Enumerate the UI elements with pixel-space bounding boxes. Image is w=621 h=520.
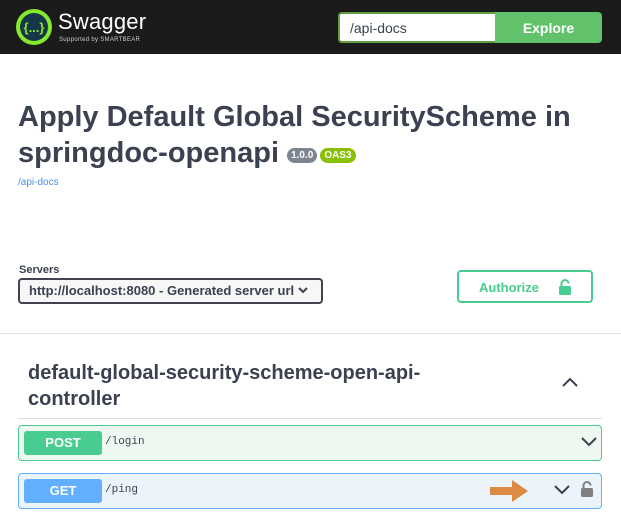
method-badge-post: POST (24, 431, 102, 455)
page-title: Apply Default Global SecurityScheme in s… (18, 99, 618, 171)
explore-button[interactable]: Explore (495, 12, 602, 43)
svg-text:{...}: {...} (24, 20, 45, 35)
authorize-button[interactable]: Authorize (457, 270, 593, 303)
arrow-right-icon (490, 480, 528, 502)
method-badge-get: GET (24, 479, 102, 503)
operation-post-login[interactable]: POST /login (18, 425, 602, 461)
selected-server: http://localhost:8080 - Generated server… (29, 283, 295, 298)
version-badge: 1.0.0 (287, 148, 318, 163)
swagger-logo-icon[interactable]: {...} (16, 9, 52, 45)
servers-label: Servers (19, 264, 60, 276)
authorize-label: Authorize (479, 280, 539, 295)
lock-icon (559, 279, 571, 295)
brand-subtitle: Supported by SMARTBEAR (59, 37, 141, 43)
topbar: {...} Swagger Supported by SMARTBEAR Exp… (0, 0, 621, 54)
divider (18, 418, 602, 419)
oas-badge: OAS3 (320, 148, 356, 163)
brand-name: Swagger (58, 9, 147, 34)
operation-path: /ping (105, 484, 139, 496)
spec-url-input[interactable] (338, 12, 495, 43)
chevron-up-icon[interactable] (561, 376, 579, 388)
chevron-down-icon (298, 287, 308, 294)
tag-title[interactable]: default-global-security-scheme-open-api-… (28, 360, 458, 412)
lock-icon[interactable] (580, 481, 594, 497)
api-docs-link[interactable]: /api-docs (18, 177, 59, 188)
chevron-down-icon[interactable] (553, 483, 571, 495)
chevron-down-icon[interactable] (580, 435, 598, 447)
scheme-container: Servers http://localhost:8080 - Generate… (0, 254, 621, 334)
servers-select[interactable]: http://localhost:8080 - Generated server… (18, 278, 323, 304)
operation-path: /login (105, 436, 145, 448)
